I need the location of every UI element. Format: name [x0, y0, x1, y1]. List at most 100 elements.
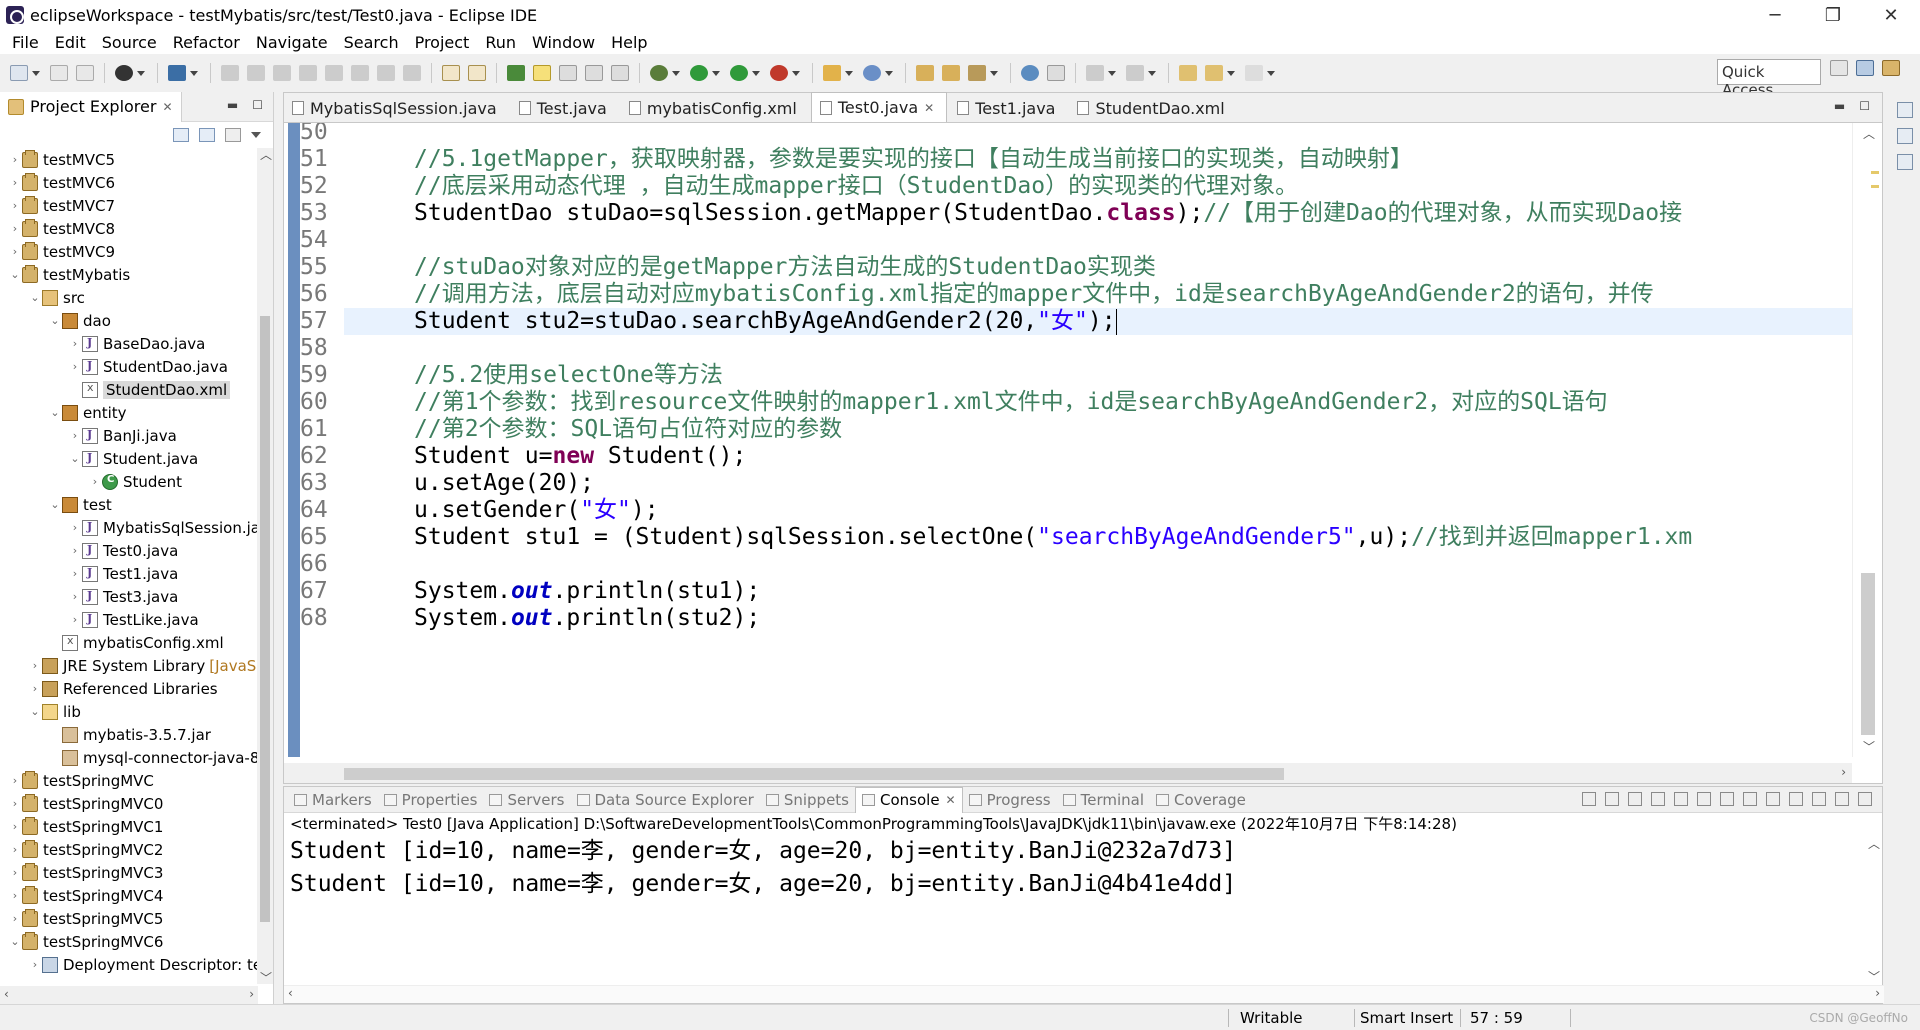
tab-data-source-explorer[interactable]: Data Source Explorer	[571, 787, 760, 813]
tree-item[interactable]: › testSpringMVC5	[0, 907, 258, 930]
collapsed-arrow-icon[interactable]: ›	[68, 360, 82, 373]
clear-console-icon[interactable]	[1651, 792, 1665, 806]
pin-console-icon[interactable]	[1766, 792, 1780, 806]
tab-console[interactable]: Console ✕	[855, 786, 963, 813]
expanded-arrow-icon[interactable]: ⌄	[68, 452, 82, 465]
previous-annotation-icon[interactable]	[1126, 65, 1144, 81]
save-all-icon[interactable]	[76, 65, 94, 81]
tree-item[interactable]: ⌄ Student.java	[0, 447, 258, 470]
forward-icon[interactable]	[1245, 65, 1263, 81]
outline-icon[interactable]	[1897, 128, 1913, 144]
scroll-right-icon[interactable]: ›	[249, 987, 254, 1001]
expanded-arrow-icon[interactable]: ⌄	[8, 935, 22, 948]
collapsed-arrow-icon[interactable]: ›	[8, 222, 22, 235]
scroll-up-icon[interactable]: ︿	[1868, 835, 1880, 852]
tree-item[interactable]: › Test3.java	[0, 585, 258, 608]
maximize-view-icon[interactable]: ☐	[1859, 99, 1870, 113]
terminal-icon[interactable]	[168, 65, 186, 81]
close-icon[interactable]: ✕	[946, 793, 956, 807]
tree-item[interactable]: › testMVC8	[0, 217, 258, 240]
last-edit-icon[interactable]	[1179, 65, 1197, 81]
editor-tab[interactable]: Test0.java ✕	[810, 92, 948, 122]
menu-navigate[interactable]: Navigate	[248, 33, 336, 52]
resume-icon[interactable]	[247, 65, 265, 81]
tab-servers[interactable]: Servers	[483, 787, 570, 813]
editor-scroll-thumb[interactable]	[1861, 573, 1875, 735]
tree-scrollbar[interactable]: ︿ ﹀	[257, 148, 273, 985]
show-on-stdout-icon[interactable]	[1720, 792, 1734, 806]
collapsed-arrow-icon[interactable]: ›	[68, 567, 82, 580]
expanded-arrow-icon[interactable]: ⌄	[48, 314, 62, 327]
collapsed-arrow-icon[interactable]: ›	[8, 797, 22, 810]
tree-item[interactable]: StudentDao.xml	[0, 378, 258, 401]
collapsed-arrow-icon[interactable]: ›	[8, 176, 22, 189]
step-into-icon[interactable]	[351, 65, 369, 81]
tree-item[interactable]: › StudentDao.java	[0, 355, 258, 378]
toggle-block-icon[interactable]	[559, 65, 577, 81]
tree-item[interactable]: › BanJi.java	[0, 424, 258, 447]
menu-help[interactable]: Help	[603, 33, 655, 52]
debug-target-icon[interactable]	[115, 65, 133, 81]
tab-snippets[interactable]: Snippets	[760, 787, 855, 813]
show-on-stderr-icon[interactable]	[1743, 792, 1757, 806]
tree-scroll-thumb[interactable]	[260, 316, 270, 922]
tree-item[interactable]: ⌄ dao	[0, 309, 258, 332]
disconnect-icon[interactable]	[325, 65, 343, 81]
tree-item[interactable]: mybatis-3.5.7.jar	[0, 723, 258, 746]
collapsed-arrow-icon[interactable]: ›	[28, 682, 42, 695]
step-over-icon[interactable]	[377, 65, 395, 81]
menu-file[interactable]: File	[4, 33, 47, 52]
terminate-icon[interactable]	[299, 65, 317, 81]
menu-search[interactable]: Search	[336, 33, 407, 52]
editor-tab[interactable]: Test.java	[511, 94, 619, 122]
brush-icon[interactable]	[968, 65, 986, 81]
editor-hscrollbar[interactable]: ‹ ›	[284, 763, 1852, 783]
restore-button[interactable]: ❐	[1804, 0, 1862, 30]
open-folder-icon[interactable]	[916, 65, 934, 81]
tree-item[interactable]: › testSpringMVC0	[0, 792, 258, 815]
collapsed-arrow-icon[interactable]: ›	[8, 774, 22, 787]
open-task-icon[interactable]	[468, 65, 486, 81]
tree-item[interactable]: › BaseDao.java	[0, 332, 258, 355]
tab-properties[interactable]: Properties	[378, 787, 484, 813]
quick-access-input[interactable]: Quick Access	[1717, 59, 1821, 99]
word-wrap-icon[interactable]	[1697, 792, 1711, 806]
tree-item[interactable]: mybatisConfig.xml	[0, 631, 258, 654]
skip-breakpoints-icon[interactable]	[221, 65, 239, 81]
java-ee-perspective-icon[interactable]	[1856, 60, 1874, 76]
minimize-view-icon[interactable]: ▬	[227, 98, 238, 112]
scroll-left-icon[interactable]: ‹	[4, 987, 9, 1001]
suspend-icon[interactable]	[273, 65, 291, 81]
collapsed-arrow-icon[interactable]: ›	[8, 245, 22, 258]
scroll-up-icon[interactable]: ︿	[1863, 125, 1875, 142]
maximize-view-icon[interactable]	[1858, 792, 1872, 806]
tab-markers[interactable]: Markers	[288, 787, 378, 813]
menu-run[interactable]: Run	[477, 33, 524, 52]
collapsed-arrow-icon[interactable]: ›	[8, 820, 22, 833]
tree-item[interactable]: › TestLike.java	[0, 608, 258, 631]
tree-item[interactable]: mysql-connector-java-8	[0, 746, 258, 769]
search-icon[interactable]	[1047, 65, 1065, 81]
tree-item[interactable]: ⌄ lib	[0, 700, 258, 723]
code-area[interactable]: 50 51 //5.1getMapper，获取映射器，参数是要实现的接口【自动生成当…	[284, 123, 1852, 757]
run-icon[interactable]	[690, 65, 708, 81]
tab-coverage[interactable]: Coverage	[1150, 787, 1252, 813]
tree-item[interactable]: › Test1.java	[0, 562, 258, 585]
menu-edit[interactable]: Edit	[47, 33, 94, 52]
task-list-icon[interactable]	[1897, 154, 1913, 170]
tree-item[interactable]: › testSpringMVC4	[0, 884, 258, 907]
minimize-button[interactable]: ─	[1746, 0, 1804, 30]
collapsed-arrow-icon[interactable]: ›	[68, 544, 82, 557]
scroll-right-icon[interactable]: ›	[1841, 765, 1846, 779]
tree-item[interactable]: › testSpringMVC1	[0, 815, 258, 838]
expanded-arrow-icon[interactable]: ⌄	[48, 406, 62, 419]
tab-progress[interactable]: Progress	[963, 787, 1057, 813]
back-icon[interactable]	[1205, 65, 1223, 81]
console-hscrollbar[interactable]: ‹ ›	[284, 985, 1884, 1003]
close-button[interactable]: ✕	[1862, 0, 1920, 30]
minimize-stack-icon[interactable]	[1897, 102, 1913, 118]
tree-item[interactable]: ⌄ testSpringMVC6	[0, 930, 258, 953]
open-perspective-icon[interactable]	[1830, 60, 1848, 76]
new-icon[interactable]	[10, 65, 28, 81]
globe-icon[interactable]	[1021, 65, 1039, 81]
